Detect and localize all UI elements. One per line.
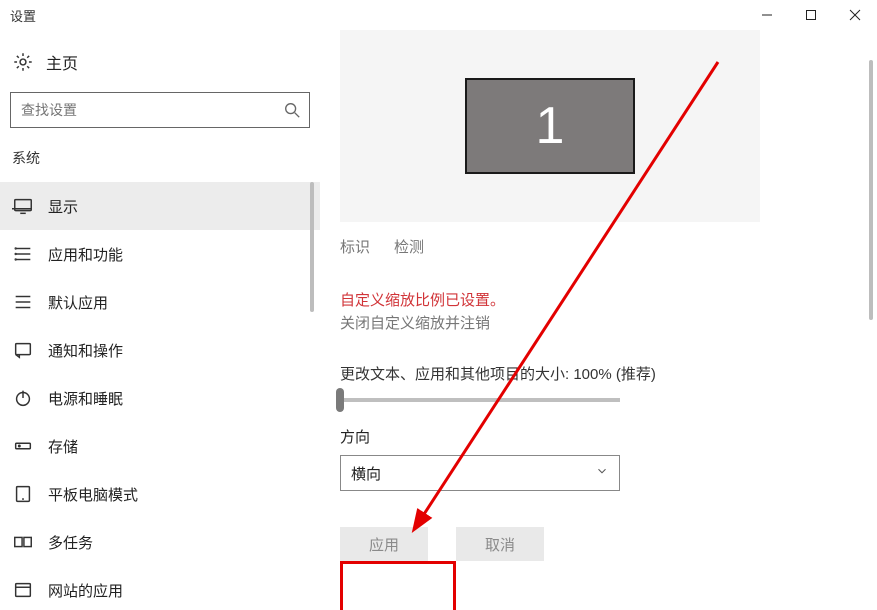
scale-slider[interactable] (340, 398, 620, 402)
orientation-label: 方向 (340, 426, 857, 447)
orientation-dropdown[interactable]: 横向 (340, 455, 620, 491)
apply-button[interactable]: 应用 (340, 527, 428, 561)
sidebar-nav: 显示 应用和功能 默认应用 通知和操作 (0, 182, 320, 610)
gear-icon (12, 51, 34, 73)
minimize-button[interactable] (745, 0, 789, 30)
sidebar-item-default-apps[interactable]: 默认应用 (0, 278, 320, 326)
monitor-icon (12, 195, 34, 217)
sidebar-item-label: 存储 (48, 436, 78, 457)
content-display-settings: 1 标识 检测 自定义缩放比例已设置。 关闭自定义缩放并注销 更改文本、应用和其… (320, 30, 877, 610)
sidebar-item-label: 电源和睡眠 (48, 388, 123, 409)
advanced-display-link[interactable]: 高级显示设置 (343, 602, 453, 610)
monitor-tile-1[interactable]: 1 (465, 78, 635, 174)
orientation-value: 横向 (351, 463, 381, 484)
notification-icon (12, 339, 34, 361)
sidebar-scrollbar[interactable] (310, 182, 314, 312)
scaling-warning: 自定义缩放比例已设置。 (340, 289, 857, 310)
default-apps-icon (12, 291, 34, 313)
detect-link[interactable]: 检测 (394, 236, 424, 257)
sidebar-item-multitask[interactable]: 多任务 (0, 518, 320, 566)
sidebar-item-storage[interactable]: 存储 (0, 422, 320, 470)
sidebar-item-tablet[interactable]: 平板电脑模式 (0, 470, 320, 518)
identify-link[interactable]: 标识 (340, 236, 370, 257)
sidebar-item-webapps[interactable]: 网站的应用 (0, 566, 320, 610)
multitask-icon (12, 531, 34, 553)
sidebar-item-home[interactable]: 主页 (0, 40, 320, 84)
window-title: 设置 (10, 6, 36, 25)
scaling-signout-link[interactable]: 关闭自定义缩放并注销 (340, 312, 857, 333)
tablet-icon (12, 483, 34, 505)
sidebar-item-label: 默认应用 (48, 292, 108, 313)
sidebar-item-display[interactable]: 显示 (0, 182, 320, 230)
sidebar-item-apps[interactable]: 应用和功能 (0, 230, 320, 278)
display-preview[interactable]: 1 (340, 30, 760, 222)
titlebar: 设置 (0, 0, 877, 30)
sidebar-section-label: 系统 (0, 142, 320, 182)
storage-icon (12, 435, 34, 457)
search-icon (283, 101, 301, 119)
power-icon (12, 387, 34, 409)
chevron-down-icon (595, 464, 609, 482)
search-input[interactable] (19, 101, 283, 119)
maximize-button[interactable] (789, 0, 833, 30)
cancel-button[interactable]: 取消 (456, 527, 544, 561)
search-input-wrap[interactable] (10, 92, 310, 128)
sidebar-item-notifications[interactable]: 通知和操作 (0, 326, 320, 374)
webapps-icon (12, 579, 34, 601)
monitor-number: 1 (536, 96, 565, 156)
sidebar-item-label: 通知和操作 (48, 340, 123, 361)
apps-icon (12, 243, 34, 265)
sidebar: 主页 系统 显示 应用和功能 (0, 30, 320, 610)
slider-thumb[interactable] (336, 388, 344, 412)
sidebar-item-power[interactable]: 电源和睡眠 (0, 374, 320, 422)
sidebar-item-label: 平板电脑模式 (48, 484, 138, 505)
sidebar-item-label: 网站的应用 (48, 580, 123, 601)
sidebar-item-label: 显示 (48, 196, 78, 217)
sidebar-item-label: 多任务 (48, 532, 93, 553)
content-scrollbar[interactable] (869, 60, 873, 320)
close-button[interactable] (833, 0, 877, 30)
scale-label: 更改文本、应用和其他项目的大小: 100% (推荐) (340, 363, 857, 384)
annotation-box: 高级显示设置 (340, 561, 456, 610)
home-label: 主页 (46, 50, 78, 74)
sidebar-item-label: 应用和功能 (48, 244, 123, 265)
